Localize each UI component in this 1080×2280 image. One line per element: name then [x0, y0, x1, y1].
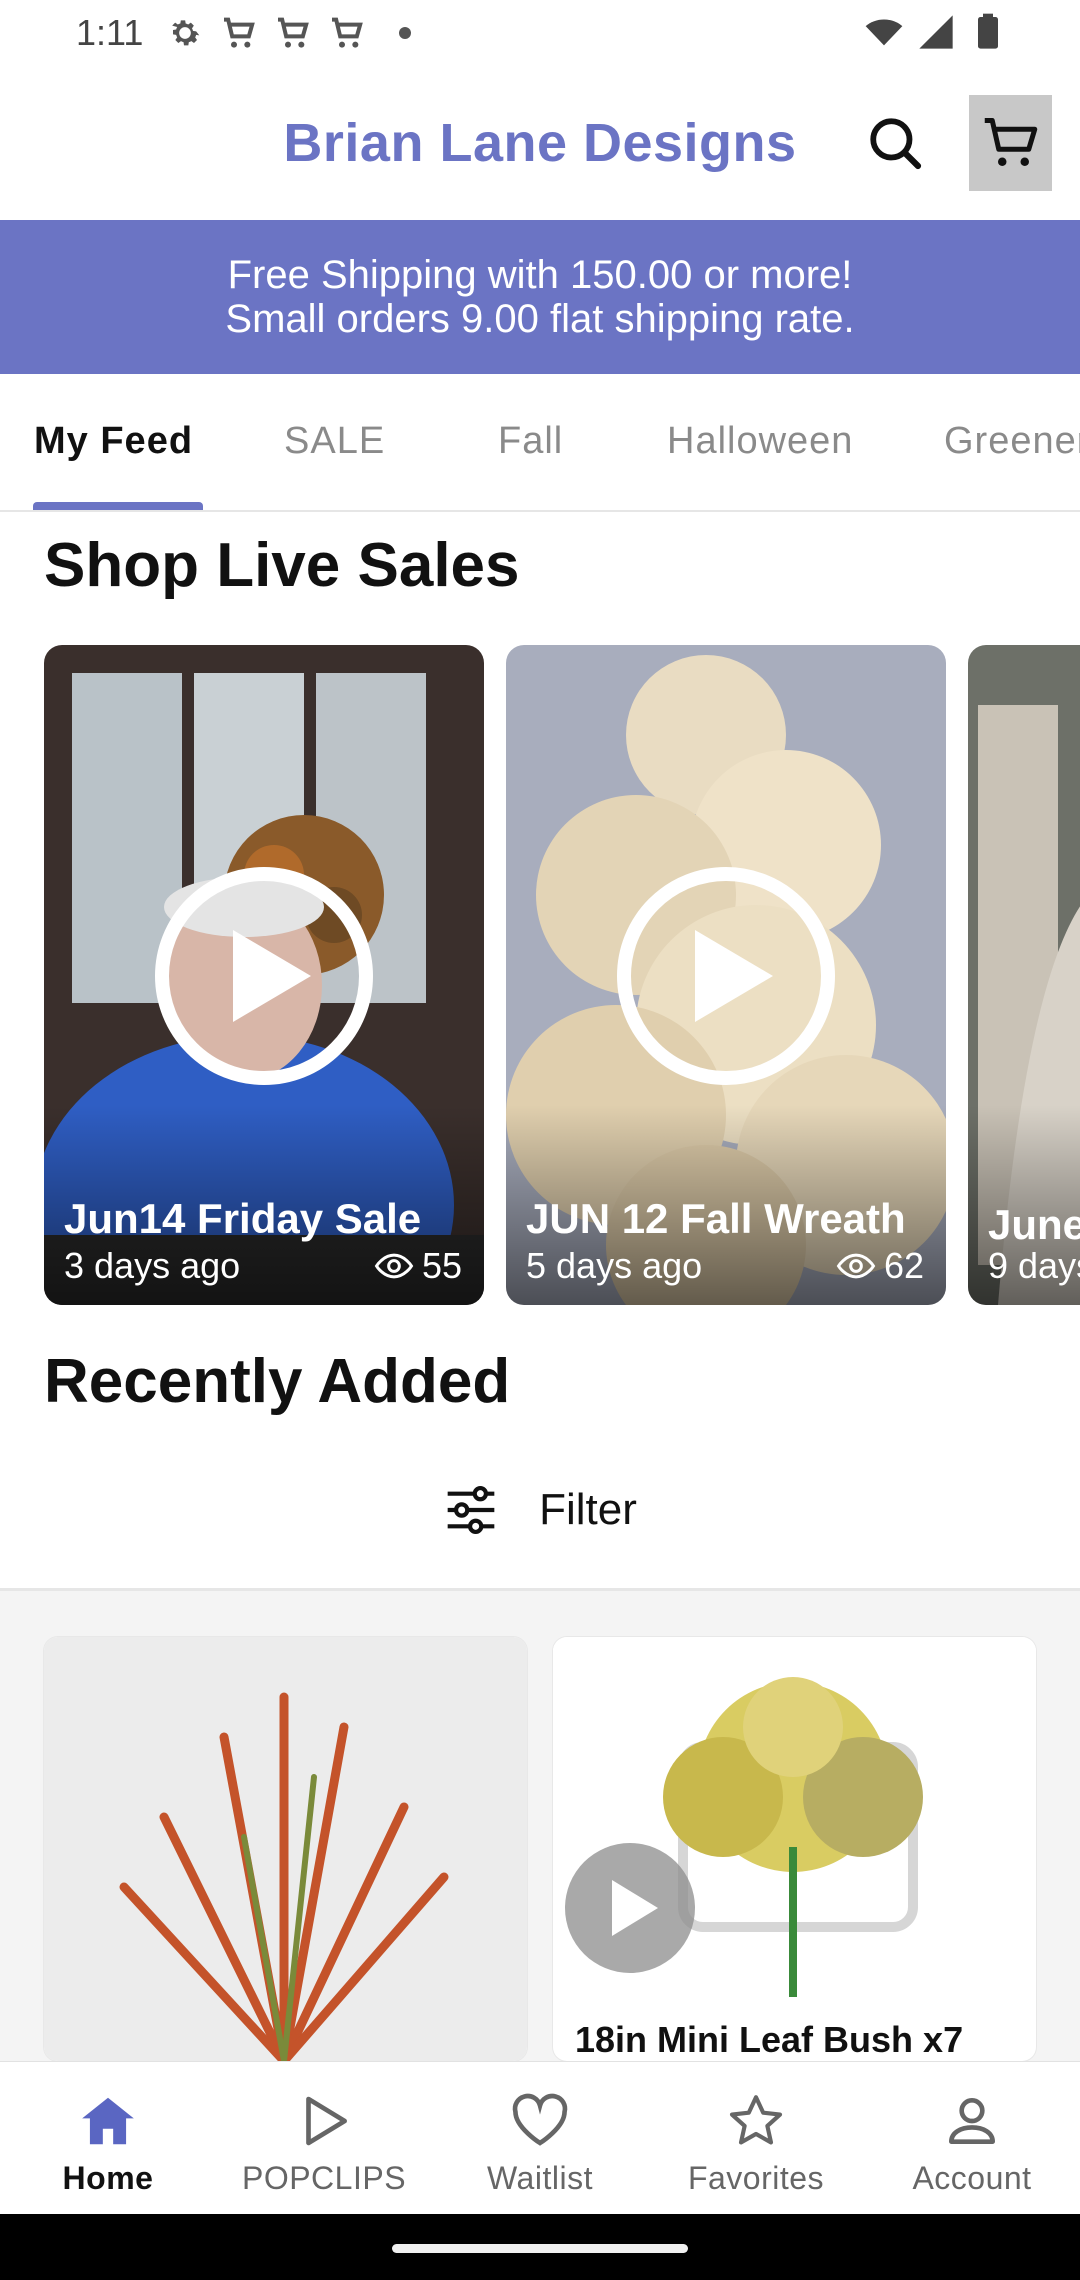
tab-fall[interactable]: Fall [498, 420, 563, 463]
live-sale-meta: 5 days ago 62 [526, 1245, 924, 1287]
home-icon [82, 2097, 134, 2145]
play-icon [306, 2096, 347, 2146]
app-header: Brian Lane Designs [0, 66, 1080, 220]
video-play-icon[interactable] [565, 1843, 695, 1973]
nav-favorites[interactable]: Favorites [648, 2062, 864, 2215]
status-system-icons [864, 12, 1008, 52]
heart-icon [512, 2093, 568, 2146]
view-count: 55 [374, 1245, 462, 1287]
promo-banner[interactable]: Free Shipping with 150.00 or more! Small… [0, 220, 1080, 374]
category-tabs: My Feed SALE Fall Halloween Greenery [0, 374, 1080, 512]
signal-icon [919, 15, 953, 49]
wifi-icon [865, 19, 903, 46]
dot-icon [399, 27, 412, 39]
view-count: 62 [836, 1245, 924, 1287]
status-time: 1:11 [76, 12, 144, 53]
eye-icon [374, 1253, 414, 1279]
status-bar: 1:11 [0, 0, 1080, 66]
live-sales-carousel[interactable]: Jun14 Friday Sale 3 days ago 55 JUN 12 F… [0, 645, 1080, 1305]
cart-notification-icon [278, 17, 310, 48]
person-icon [949, 2098, 995, 2144]
live-sale-age: 5 days ago [526, 1245, 703, 1286]
live-sale-title: Jun14 Friday Sale [64, 1195, 422, 1242]
product-card[interactable]: 18in Mini Leaf Bush x7 [553, 1637, 1036, 2061]
product-card[interactable] [44, 1637, 527, 2061]
cart-notification-icon [224, 17, 256, 48]
nav-label: Home [62, 2160, 154, 2196]
nav-home[interactable]: Home [0, 2062, 216, 2215]
promo-line-2: Small orders 9.00 flat shipping rate. [225, 297, 855, 341]
nav-label: POPCLIPS [241, 2160, 407, 2196]
live-sale-card[interactable]: JUN 12 Fall Wreath 5 days ago 62 [506, 645, 946, 1305]
promo-line-1: Free Shipping with 150.00 or more! [227, 253, 853, 297]
bottom-navigation: Home POPCLIPS Waitlist Favorites Account [0, 2061, 1080, 2214]
battery-icon [978, 13, 998, 49]
recently-added-heading: Recently Added [44, 1347, 511, 1416]
play-icon[interactable] [155, 867, 373, 1085]
cart-button[interactable] [969, 95, 1052, 191]
product-image [44, 1637, 527, 2061]
cart-icon [984, 118, 1037, 166]
live-sale-card[interactable]: June sale 9 days ago [968, 645, 1080, 1305]
tab-active-indicator [33, 502, 203, 510]
nav-waitlist[interactable]: Waitlist [432, 2062, 648, 2215]
view-count-value: 62 [883, 1245, 924, 1286]
live-sale-title: JUN 12 Fall Wreath [526, 1195, 906, 1242]
nav-popclips[interactable]: POPCLIPS [216, 2062, 432, 2215]
search-icon [870, 118, 922, 170]
live-sale-meta: 3 days ago 55 [64, 1245, 462, 1287]
status-notification-icons [165, 13, 412, 53]
star-icon [729, 2095, 783, 2145]
filter-icon [447, 1485, 495, 1535]
tab-greenery[interactable]: Greenery [944, 420, 1080, 463]
view-count-value: 55 [421, 1245, 462, 1286]
cart-notification-icon [332, 17, 364, 48]
nav-account[interactable]: Account [864, 2062, 1080, 2215]
live-sale-card[interactable]: Jun14 Friday Sale 3 days ago 55 [44, 645, 484, 1305]
system-navigation-bar [0, 2214, 1080, 2280]
search-button[interactable] [862, 110, 928, 176]
nav-label: Favorites [687, 2160, 825, 2196]
nav-label: Waitlist [487, 2160, 593, 2196]
live-sale-age: 3 days ago [64, 1245, 241, 1286]
live-sale-title: June sale [988, 1201, 1080, 1248]
live-sales-heading: Shop Live Sales [44, 531, 520, 600]
tab-my-feed[interactable]: My Feed [34, 420, 193, 463]
filter-button[interactable]: Filter [0, 1470, 1080, 1550]
play-icon[interactable] [617, 867, 835, 1085]
tab-sale[interactable]: SALE [284, 420, 385, 463]
settings-icon [172, 20, 200, 46]
product-title: 18in Mini Leaf Bush x7 [575, 2019, 964, 2060]
filter-label: Filter [539, 1485, 637, 1534]
nav-label: Account [912, 2160, 1032, 2196]
tab-halloween[interactable]: Halloween [667, 420, 853, 463]
live-sale-age: 9 days ago [988, 1245, 1080, 1286]
home-gesture-handle[interactable] [392, 2244, 688, 2253]
eye-icon [836, 1253, 876, 1279]
live-sale-meta: 9 days ago [988, 1245, 1080, 1287]
